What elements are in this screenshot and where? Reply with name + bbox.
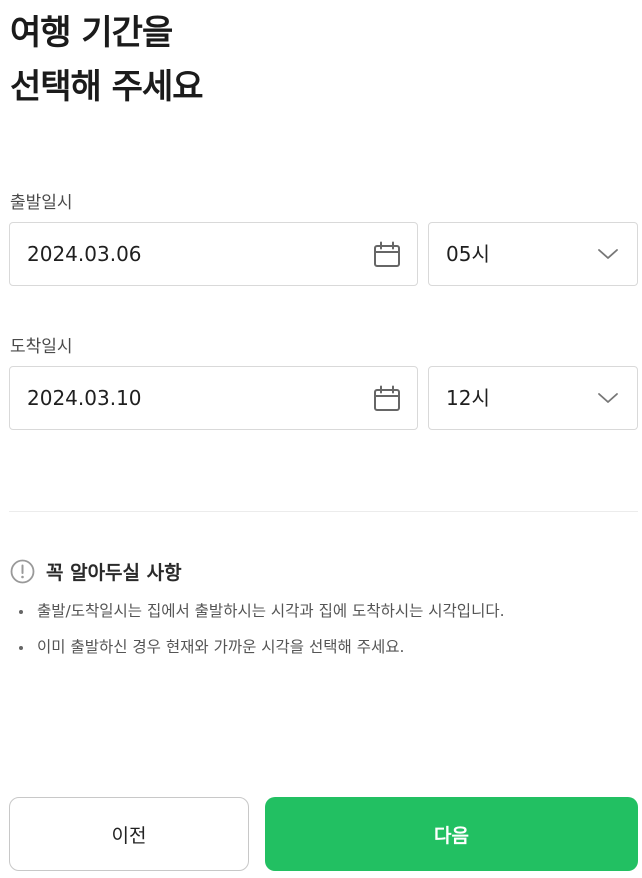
arrival-date-field[interactable]: 2024.03.10	[9, 366, 418, 430]
notice-list: 출발/도착일시는 집에서 출발하시는 시각과 집에 도착하시는 시각입니다. 이…	[18, 601, 505, 673]
chevron-down-icon	[598, 249, 618, 259]
departure-date-field[interactable]: 2024.03.06	[9, 222, 418, 286]
notice-item: 출발/도착일시는 집에서 출발하시는 시각과 집에 도착하시는 시각입니다.	[18, 601, 505, 621]
travel-period-page: 여행 기간을 선택해 주세요 출발일시 2024.03.06 05시 도착일시 …	[0, 0, 642, 878]
arrival-hour-select[interactable]: 12시	[428, 366, 638, 430]
departure-hour-select[interactable]: 05시	[428, 222, 638, 286]
next-button[interactable]: 다음	[265, 797, 638, 871]
section-divider	[9, 511, 638, 512]
notice-heading: 꼭 알아두실 사항	[10, 557, 182, 585]
page-title-line-2: 선택해 주세요	[10, 67, 204, 107]
calendar-icon[interactable]	[373, 385, 401, 413]
departure-label: 출발일시	[10, 193, 73, 213]
arrival-date-value: 2024.03.10	[27, 386, 142, 410]
prev-button[interactable]: 이전	[9, 797, 249, 871]
info-circle-icon	[10, 559, 35, 583]
notice-item: 이미 출발하신 경우 현재와 가까운 시각을 선택해 주세요.	[18, 637, 505, 657]
departure-date-value: 2024.03.06	[27, 242, 142, 266]
departure-hour-value: 05시	[446, 242, 490, 266]
calendar-icon[interactable]	[373, 241, 401, 269]
arrival-label: 도착일시	[10, 337, 73, 357]
chevron-down-icon	[598, 393, 618, 403]
page-title: 여행 기간을 선택해 주세요	[10, 6, 204, 114]
notice-heading-text: 꼭 알아두실 사항	[46, 561, 182, 584]
page-title-line-1: 여행 기간을	[10, 13, 173, 53]
arrival-hour-value: 12시	[446, 386, 490, 410]
